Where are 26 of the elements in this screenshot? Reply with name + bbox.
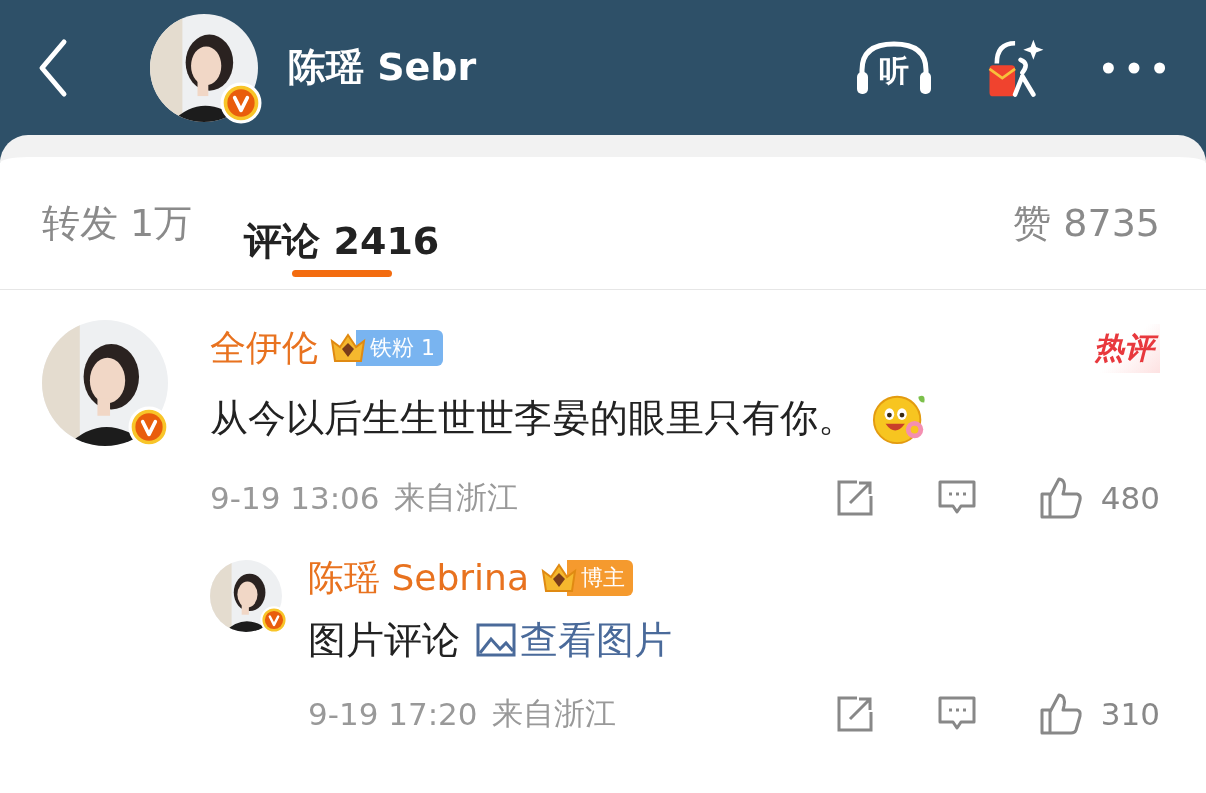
badge-label: 铁粉 1 xyxy=(356,330,443,366)
like-icon[interactable] xyxy=(1038,476,1083,520)
verified-icon xyxy=(128,406,170,448)
view-image-link[interactable]: 查看图片 xyxy=(520,614,672,666)
comment-time: 9-19 17:20 xyxy=(308,696,478,732)
like-count: 480 xyxy=(1100,480,1160,516)
comment-text: 图片评论 xyxy=(308,616,460,664)
comment-location: 来自浙江 xyxy=(491,694,616,733)
user-name[interactable]: 陈瑶 Sebrina xyxy=(308,553,529,603)
crown-icon xyxy=(328,331,368,365)
more-icon[interactable] xyxy=(1102,60,1166,75)
comment-time: 9-19 13:06 xyxy=(210,480,380,516)
verified-icon xyxy=(220,81,262,124)
like-count: 310 xyxy=(1100,696,1160,732)
like-icon[interactable] xyxy=(1038,692,1083,736)
tab[interactable]: 评论 2416 xyxy=(244,195,440,277)
tab[interactable]: 转发 1万 xyxy=(42,177,193,269)
user-name[interactable]: 全伊伦 xyxy=(210,323,318,373)
verified-icon xyxy=(260,606,288,634)
tab[interactable]: 赞 8735 xyxy=(1013,177,1160,269)
image-icon xyxy=(476,623,516,657)
crown-icon xyxy=(539,561,579,595)
comment-location: 来自浙江 xyxy=(393,478,518,517)
profile-name: 陈瑶 Sebr xyxy=(288,44,477,91)
listen-button[interactable]: 听 xyxy=(854,37,934,98)
comment-text: 从今以后生生世世李晏的眼里只有你。 xyxy=(210,394,856,442)
